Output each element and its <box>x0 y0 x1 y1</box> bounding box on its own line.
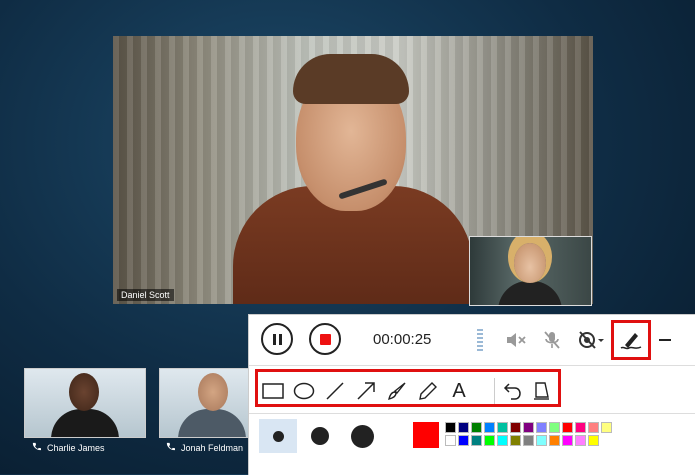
style-row <box>249 414 695 475</box>
text-tool[interactable]: A <box>448 380 470 402</box>
color-swatch[interactable] <box>458 422 469 433</box>
pencil-icon <box>419 382 437 400</box>
line-tool[interactable] <box>324 380 346 402</box>
pen-size-medium[interactable] <box>301 419 339 453</box>
annotate-button[interactable] <box>611 320 651 360</box>
thumbnail-body <box>51 409 119 437</box>
recording-timer: 00:00:25 <box>373 331 432 348</box>
color-swatch[interactable] <box>588 422 599 433</box>
color-swatch[interactable] <box>471 422 482 433</box>
mic-off-button[interactable] <box>541 329 563 356</box>
thumbnail-face <box>69 373 99 411</box>
eraser-tool[interactable] <box>530 380 552 402</box>
eraser-icon <box>534 382 549 400</box>
participant-name-label: Daniel Scott <box>117 289 174 301</box>
color-swatch[interactable] <box>510 422 521 433</box>
undo-icon <box>503 383 521 400</box>
toolbar-grip[interactable] <box>477 329 483 351</box>
color-swatch[interactable] <box>549 435 560 446</box>
thumbnail-body <box>178 409 246 437</box>
color-swatch[interactable] <box>549 422 560 433</box>
undo-tool[interactable] <box>502 380 524 402</box>
color-swatch[interactable] <box>497 435 508 446</box>
pause-icon <box>272 333 282 345</box>
ellipse-tool[interactable] <box>293 380 315 402</box>
color-swatch[interactable] <box>562 435 573 446</box>
current-color-swatch[interactable] <box>413 422 439 448</box>
participant-thumbnail[interactable] <box>159 368 249 438</box>
color-swatch[interactable] <box>484 422 495 433</box>
pen-size-small[interactable] <box>259 419 297 453</box>
pause-button[interactable] <box>261 323 293 355</box>
camera-off-button[interactable] <box>577 329 605 356</box>
color-swatch[interactable] <box>562 422 573 433</box>
minimize-icon[interactable] <box>659 339 671 341</box>
participant-hair <box>293 54 409 104</box>
speaker-mute-button[interactable] <box>505 329 529 356</box>
phone-icon <box>166 442 175 453</box>
color-swatch[interactable] <box>484 435 495 446</box>
arrow-icon <box>357 382 375 400</box>
brush-icon <box>388 382 406 400</box>
color-swatch[interactable] <box>523 422 534 433</box>
speaker-mute-icon <box>507 333 526 347</box>
brush-tool[interactable] <box>386 380 408 402</box>
color-swatch[interactable] <box>575 435 586 446</box>
color-swatch[interactable] <box>445 435 456 446</box>
color-swatch[interactable] <box>445 422 456 433</box>
color-swatch[interactable] <box>601 422 612 433</box>
participant-thumbnail[interactable] <box>24 368 146 438</box>
text-icon: A <box>452 379 466 402</box>
mic-off-icon <box>544 331 560 349</box>
color-swatch[interactable] <box>458 435 469 446</box>
line-icon <box>326 382 344 400</box>
color-swatch[interactable] <box>575 422 586 433</box>
pen-size-large[interactable] <box>343 419 381 453</box>
recording-annotation-panel: 00:00:25 A <box>248 314 695 475</box>
self-view-video[interactable] <box>469 236 592 306</box>
color-swatch[interactable] <box>510 435 521 446</box>
drawing-tools-row: A <box>249 366 695 414</box>
thumbnail-name: Jonah Feldman <box>181 442 244 453</box>
color-swatch[interactable] <box>497 422 508 433</box>
thumbnail-name: Charlie James <box>47 442 105 453</box>
tool-separator <box>494 378 495 404</box>
color-swatch[interactable] <box>588 435 599 446</box>
large-dot-icon <box>350 424 374 448</box>
pencil-tool[interactable] <box>417 380 439 402</box>
small-dot-icon <box>272 430 284 442</box>
rectangle-icon <box>262 383 284 399</box>
self-view-face <box>514 243 546 283</box>
color-swatch[interactable] <box>536 422 547 433</box>
phone-icon <box>32 442 41 453</box>
color-swatch[interactable] <box>523 435 534 446</box>
stop-recording-button[interactable] <box>309 323 341 355</box>
ellipse-icon <box>293 382 315 400</box>
color-palette <box>445 422 613 447</box>
annotate-pen-icon <box>620 333 642 350</box>
thumbnail-face <box>198 373 228 411</box>
thumbnail-label: Jonah Feldman <box>166 442 243 453</box>
rectangle-tool[interactable] <box>262 380 284 402</box>
thumbnail-label: Charlie James <box>32 442 105 453</box>
arrow-tool[interactable] <box>355 380 377 402</box>
drawing-tools-group: A <box>255 369 561 407</box>
stop-record-icon <box>319 333 331 345</box>
recording-toolbar: 00:00:25 <box>249 315 695 366</box>
color-swatch[interactable] <box>471 435 482 446</box>
self-view-body <box>498 281 562 305</box>
color-swatch[interactable] <box>536 435 547 446</box>
medium-dot-icon <box>311 427 329 445</box>
camera-off-icon <box>579 331 604 349</box>
